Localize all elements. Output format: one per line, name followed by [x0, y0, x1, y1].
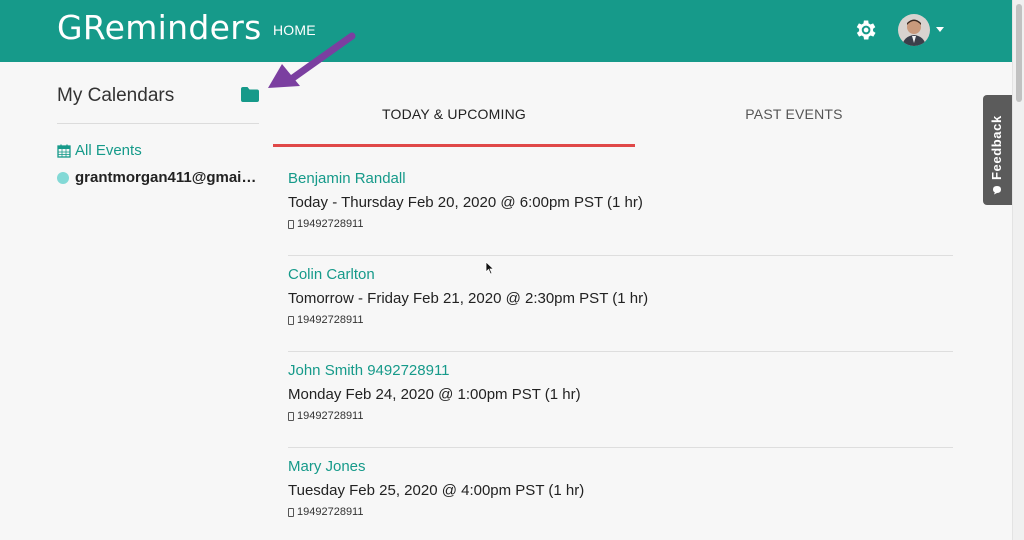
- tab-today-upcoming[interactable]: TODAY & UPCOMING: [273, 95, 635, 147]
- event-phone-number: 19492728911: [297, 218, 364, 230]
- list-item: Benjamin Randall Today - Thursday Feb 20…: [288, 160, 953, 256]
- sidebar-divider: [57, 123, 259, 124]
- all-events-label: All Events: [75, 142, 142, 159]
- event-tabs: TODAY & UPCOMING PAST EVENTS: [273, 95, 953, 147]
- event-phone-number: 19492728911: [297, 314, 364, 326]
- tab-past-events[interactable]: PAST EVENTS: [635, 95, 953, 147]
- event-time: Tuesday Feb 25, 2020 @ 4:00pm PST (1 hr): [288, 482, 585, 499]
- feedback-tab[interactable]: Feedback: [983, 95, 1012, 205]
- scrollbar-thumb[interactable]: [1016, 4, 1022, 102]
- chevron-down-icon[interactable]: [936, 27, 944, 32]
- calendar-color-dot: [57, 171, 69, 184]
- event-name-link[interactable]: John Smith 9492728911: [288, 362, 450, 379]
- page-scrollbar[interactable]: [1012, 0, 1024, 540]
- sidebar-title: My Calendars: [57, 85, 175, 106]
- all-events-link[interactable]: All Events: [57, 142, 142, 159]
- list-item: John Smith 9492728911 Monday Feb 24, 202…: [288, 352, 953, 448]
- event-phone: 19492728911: [288, 506, 363, 518]
- event-phone: 19492728911: [288, 218, 363, 230]
- list-item: Mary Jones Tuesday Feb 25, 2020 @ 4:00pm…: [288, 448, 953, 540]
- folder-icon[interactable]: [240, 86, 260, 103]
- user-avatar[interactable]: [898, 14, 930, 46]
- event-phone-number: 19492728911: [297, 506, 364, 518]
- event-time: Today - Thursday Feb 20, 2020 @ 6:00pm P…: [288, 194, 643, 211]
- mouse-cursor-icon: [485, 261, 495, 275]
- phone-icon: [288, 507, 294, 517]
- annotation-arrow-icon: [268, 32, 356, 88]
- event-name-link[interactable]: Mary Jones: [288, 458, 366, 475]
- event-list: Benjamin Randall Today - Thursday Feb 20…: [288, 160, 953, 540]
- phone-icon: [288, 315, 294, 325]
- event-time: Tomorrow - Friday Feb 21, 2020 @ 2:30pm …: [288, 290, 649, 307]
- sidebar-calendar-item[interactable]: grantmorgan411@gmail.com: [57, 169, 259, 186]
- feedback-label: Feedback: [989, 115, 1004, 180]
- chat-bubble-icon: [993, 186, 1001, 195]
- phone-icon: [288, 411, 294, 421]
- calendar-email: grantmorgan411@gmail.com: [75, 169, 259, 186]
- event-name-link[interactable]: Colin Carlton: [288, 266, 375, 283]
- top-navbar: GReminders HOME: [0, 0, 1012, 62]
- event-time: Monday Feb 24, 2020 @ 1:00pm PST (1 hr): [288, 386, 581, 403]
- gear-icon[interactable]: [852, 17, 878, 43]
- event-phone: 19492728911: [288, 410, 363, 422]
- event-name-link[interactable]: Benjamin Randall: [288, 170, 406, 187]
- phone-icon: [288, 219, 294, 229]
- calendar-icon: [57, 144, 71, 158]
- event-phone: 19492728911: [288, 314, 363, 326]
- event-phone-number: 19492728911: [297, 410, 364, 422]
- brand-logo[interactable]: GReminders: [57, 8, 262, 47]
- avatar-icon: [898, 14, 930, 46]
- list-item: Colin Carlton Tomorrow - Friday Feb 21, …: [288, 256, 953, 352]
